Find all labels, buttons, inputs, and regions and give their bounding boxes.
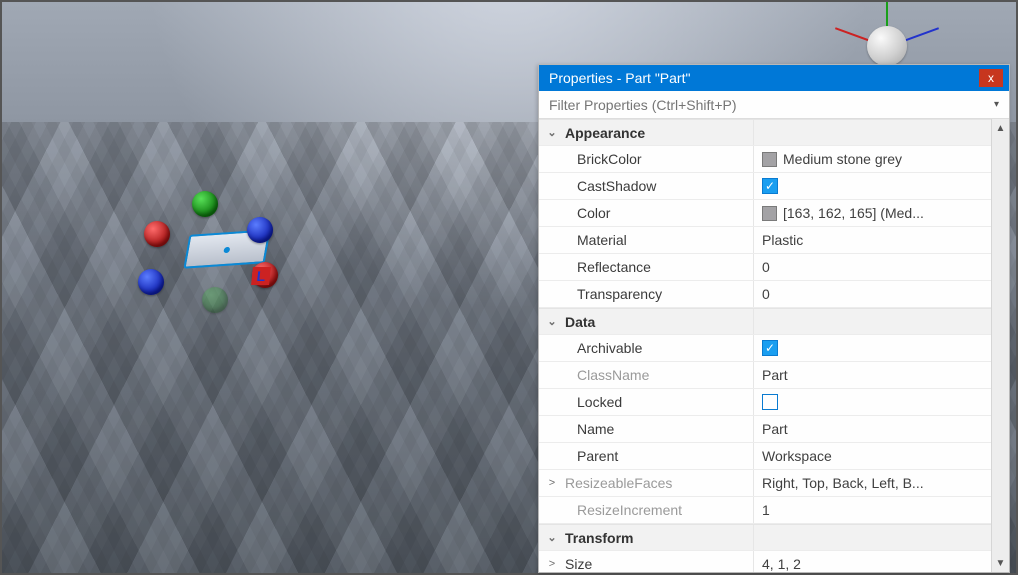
category-transform[interactable]: ⌄ Transform: [539, 524, 991, 551]
category-data[interactable]: ⌄ Data: [539, 308, 991, 335]
scroll-down-icon[interactable]: ▼: [992, 554, 1009, 572]
prop-material[interactable]: Material Plastic: [539, 227, 991, 254]
prop-label: BrickColor: [565, 151, 642, 167]
prop-value: Right, Top, Back, Left, B...: [762, 475, 924, 491]
properties-titlebar[interactable]: Properties - Part "Part" x: [539, 65, 1009, 91]
category-label: Data: [565, 314, 595, 330]
prop-value: Medium stone grey: [783, 151, 902, 167]
properties-title: Properties - Part "Part": [549, 70, 690, 86]
prop-value: 0: [762, 286, 770, 302]
prop-label: Locked: [565, 394, 622, 410]
prop-label: Archivable: [565, 340, 642, 356]
color-swatch-icon: [762, 206, 777, 221]
prop-label: Material: [565, 232, 627, 248]
resize-handle-red[interactable]: [144, 221, 170, 247]
prop-transparency[interactable]: Transparency 0: [539, 281, 991, 308]
filter-row: ▾: [539, 91, 1009, 119]
prop-name[interactable]: Name Part: [539, 416, 991, 443]
scrollbar[interactable]: ▲ ▼: [991, 119, 1009, 572]
color-swatch-icon: [762, 152, 777, 167]
resize-handle-green[interactable]: [192, 191, 218, 217]
prop-brickcolor[interactable]: BrickColor Medium stone grey: [539, 146, 991, 173]
checkbox-unchecked-icon[interactable]: [762, 394, 778, 410]
axis-center-ball: [867, 26, 907, 66]
prop-value: [163, 162, 165] (Med...: [783, 205, 924, 221]
prop-archivable[interactable]: Archivable ✓: [539, 335, 991, 362]
prop-label: Transparency: [565, 286, 662, 302]
prop-parent[interactable]: Parent Workspace: [539, 443, 991, 470]
prop-color[interactable]: Color [163, 162, 165] (Med...: [539, 200, 991, 227]
prop-locked[interactable]: Locked: [539, 389, 991, 416]
scroll-up-icon[interactable]: ▲: [992, 119, 1009, 137]
prop-label: Color: [565, 205, 610, 221]
prop-value: 1: [762, 502, 770, 518]
prop-label: Name: [565, 421, 614, 437]
chevron-down-icon: ⌄: [545, 531, 559, 544]
prop-classname: ClassName Part: [539, 362, 991, 389]
prop-label: ClassName: [565, 367, 649, 383]
prop-size[interactable]: > Size 4, 1, 2: [539, 551, 991, 572]
prop-value: Part: [762, 421, 788, 437]
category-label: Transform: [565, 530, 633, 546]
chevron-down-icon: ⌄: [545, 126, 559, 139]
close-button[interactable]: x: [979, 69, 1003, 87]
resize-handle-ghost[interactable]: [202, 287, 228, 313]
prop-label: Parent: [565, 448, 618, 464]
chevron-right-icon[interactable]: >: [545, 558, 559, 570]
category-label: Appearance: [565, 125, 645, 141]
checkbox-checked-icon[interactable]: ✓: [762, 178, 778, 194]
prop-label: Reflectance: [565, 259, 651, 275]
prop-value: Part: [762, 367, 788, 383]
chevron-down-icon: ⌄: [545, 315, 559, 328]
prop-label: CastShadow: [565, 178, 656, 194]
checkbox-checked-icon[interactable]: ✓: [762, 340, 778, 356]
prop-resizeablefaces: > ResizeableFaces Right, Top, Back, Left,…: [539, 470, 991, 497]
filter-input[interactable]: [549, 97, 990, 113]
prop-label: Size: [565, 556, 592, 572]
prop-resizeincrement: ResizeIncrement 1: [539, 497, 991, 524]
prop-value: Plastic: [762, 232, 803, 248]
properties-panel: Properties - Part "Part" x ▾ ⌄ Appearance…: [538, 64, 1010, 573]
prop-reflectance[interactable]: Reflectance 0: [539, 254, 991, 281]
chevron-right-icon[interactable]: >: [545, 477, 559, 489]
category-appearance[interactable]: ⌄ Appearance: [539, 119, 991, 146]
viewport-3d[interactable]: L Properties - Part "Part" x ▾ ⌄ Appearan…: [0, 0, 1018, 575]
prop-value: Workspace: [762, 448, 832, 464]
axis-letter-overlay: L: [251, 267, 271, 285]
prop-value: 4, 1, 2: [762, 556, 801, 572]
prop-label: ResizeableFaces: [565, 475, 672, 491]
prop-value: 0: [762, 259, 770, 275]
prop-castshadow[interactable]: CastShadow ✓: [539, 173, 991, 200]
filter-dropdown-icon[interactable]: ▾: [990, 99, 1003, 110]
selected-part-group[interactable]: L: [152, 197, 312, 317]
properties-rows: ⌄ Appearance BrickColor Medium stone grey…: [539, 119, 991, 572]
resize-handle-blue[interactable]: [247, 217, 273, 243]
resize-handle-blue-2[interactable]: [138, 269, 164, 295]
prop-label: ResizeIncrement: [565, 502, 682, 518]
